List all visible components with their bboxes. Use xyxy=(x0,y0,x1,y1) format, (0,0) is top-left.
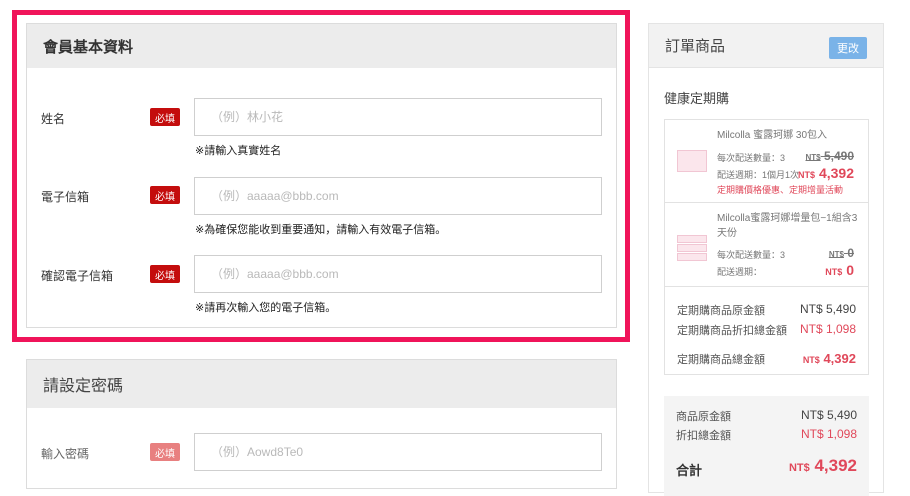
password-card: 請設定密碼 輸入密碼 必填 xyxy=(26,359,617,489)
subscription-original-value: NT$ 5,490 xyxy=(799,302,856,316)
required-badge: 必填 xyxy=(150,265,180,283)
grand-total-label: 合計 xyxy=(676,463,703,478)
currency-label: NT$ xyxy=(798,170,816,180)
member-info-title: 會員基本資料 xyxy=(27,24,616,68)
total-amount: 4,392 xyxy=(823,351,856,366)
product-price: NT$ 4,392 xyxy=(798,165,854,181)
currency-label: NT$ xyxy=(828,250,844,259)
original-value: 0 xyxy=(847,246,854,260)
product-price: NT$ 0 xyxy=(825,262,854,278)
product-cycle: 配送週期： xyxy=(717,267,763,277)
order-item: Milcolla蜜露珂娜增量包−1組含3天份 每次配送數量：3 NT$ 0 配送… xyxy=(665,203,868,285)
name-input[interactable] xyxy=(194,98,602,136)
required-badge: 必填 xyxy=(150,186,180,204)
product-promo: 定期購價格優惠、定期增量活動 xyxy=(717,185,844,195)
order-item: Milcolla 蜜露珂娜 30包入 每次配送數量：3 NT$ 5,490 配送… xyxy=(665,120,868,202)
order-totals-box: 商品原金額 NT$ 5,490 折扣總金額 NT$ 1,098 合計 NT$ 4… xyxy=(664,396,869,496)
original-value: 5,490 xyxy=(823,149,854,163)
original-total-value: NT$ 5,490 xyxy=(800,408,857,422)
subscription-discount-value: NT$ 1,098 xyxy=(799,322,856,336)
grand-total-row: 合計 NT$ 4,392 xyxy=(676,456,857,479)
order-summary-header: 訂單商品 更改 xyxy=(649,24,883,68)
subscription-total-row: 定期購商品總金額 NT$ 4,392 xyxy=(677,351,856,367)
password-label: 輸入密碼 xyxy=(41,447,90,461)
confirm-email-hint: ※請再次輸入您的電子信箱。 xyxy=(195,302,337,314)
password-title: 請設定密碼 xyxy=(27,360,616,408)
name-label: 姓名 xyxy=(41,112,66,126)
price-value: 0 xyxy=(846,262,854,278)
email-label: 電子信箱 xyxy=(41,190,90,204)
original-total-row: 商品原金額 NT$ 5,490 xyxy=(676,408,857,424)
discount-total-value: NT$ 1,098 xyxy=(800,427,857,441)
product-thumbnail xyxy=(677,150,707,172)
name-hint: ※請輸入真實姓名 xyxy=(195,145,282,157)
subscription-title: 健康定期購 xyxy=(664,91,730,106)
product-cycle: 配送週期：1個月1次 xyxy=(717,170,800,180)
product-thumbnail xyxy=(677,244,707,252)
password-input[interactable] xyxy=(194,433,602,471)
order-items-box: Milcolla 蜜露珂娜 30包入 每次配送數量：3 NT$ 5,490 配送… xyxy=(664,119,869,375)
discount-total-row: 折扣總金額 NT$ 1,098 xyxy=(676,427,857,443)
confirm-email-label: 確認電子信箱 xyxy=(41,269,114,283)
required-badge: 必填 xyxy=(150,108,180,126)
product-qty: 每次配送數量：3 xyxy=(717,153,786,163)
subscription-total-value: NT$ 4,392 xyxy=(803,351,856,366)
order-summary-panel: 訂單商品 更改 健康定期購 Milcolla 蜜露珂娜 30包入 每次配送數量：… xyxy=(648,23,884,496)
product-name: Milcolla蜜露珂娜增量包−1組含3天份 xyxy=(717,213,858,239)
subscription-discount-row: 定期購商品折扣總金額 NT$ 1,098 xyxy=(677,322,856,338)
subscription-original-label: 定期購商品原金額 xyxy=(677,305,765,317)
product-qty: 每次配送數量：3 xyxy=(717,250,786,260)
subscription-original-row: 定期購商品原金額 NT$ 5,490 xyxy=(677,302,856,318)
currency-label: NT$ xyxy=(802,355,820,365)
product-thumbnail xyxy=(677,235,707,243)
product-name: Milcolla 蜜露珂娜 30包入 xyxy=(717,130,828,141)
member-info-card: 會員基本資料 姓名 必填 ※請輸入真實姓名 電子信箱 必填 ※為確保您能收到重要… xyxy=(26,23,617,328)
divider xyxy=(665,286,868,287)
grand-total-value: NT$ 4,392 xyxy=(789,456,857,476)
currency-label: NT$ xyxy=(805,153,821,162)
currency-label: NT$ xyxy=(788,462,810,474)
order-title: 訂單商品 xyxy=(665,38,726,55)
email-input[interactable] xyxy=(194,177,602,215)
product-original-price: NT$ 0 xyxy=(829,246,854,260)
price-value: 4,392 xyxy=(818,165,854,181)
grand-amount: 4,392 xyxy=(814,456,857,475)
subscription-discount-label: 定期購商品折扣總金額 xyxy=(677,325,787,337)
original-total-label: 商品原金額 xyxy=(676,411,731,423)
required-badge: 必填 xyxy=(150,443,180,461)
discount-total-label: 折扣總金額 xyxy=(676,430,731,442)
product-original-price: NT$ 5,490 xyxy=(806,149,855,163)
product-thumbnail xyxy=(677,253,707,261)
currency-label: NT$ xyxy=(825,267,843,277)
subscription-total-label: 定期購商品總金額 xyxy=(677,354,765,366)
email-hint: ※為確保您能收到重要通知，請輸入有效電子信箱。 xyxy=(195,224,447,236)
confirm-email-input[interactable] xyxy=(194,255,602,293)
change-button[interactable]: 更改 xyxy=(829,37,867,59)
